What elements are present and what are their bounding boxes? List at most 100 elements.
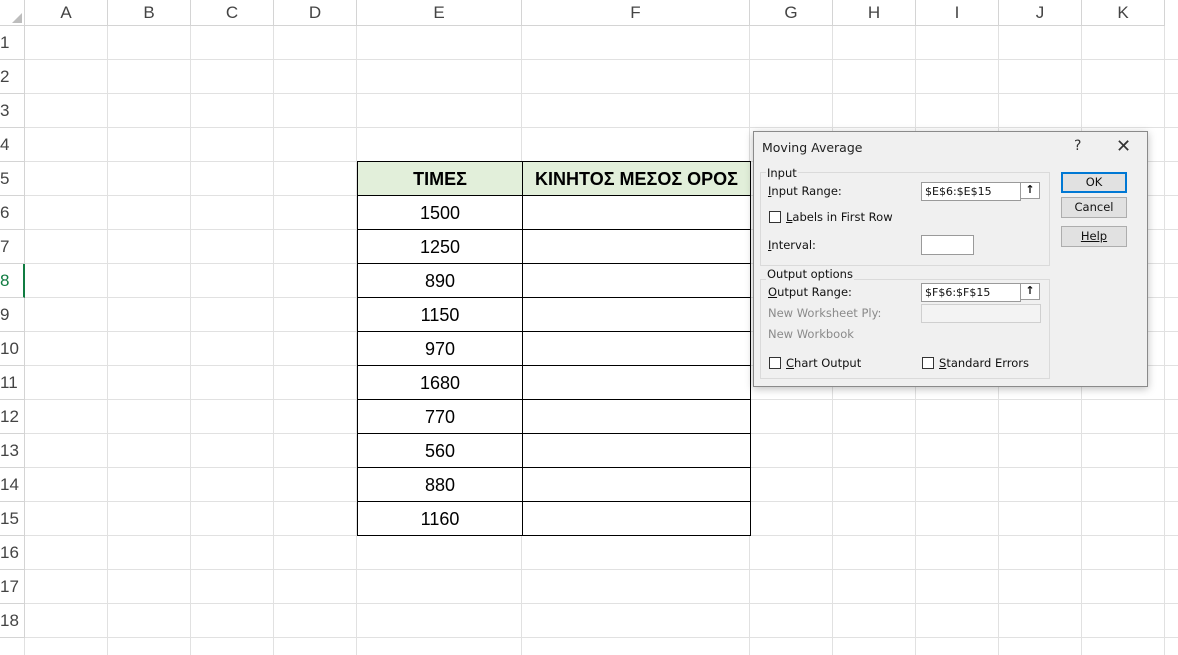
row-header-9[interactable]: 9 — [0, 298, 25, 332]
row-header-6[interactable]: 6 — [0, 196, 25, 230]
input-range-collapse-icon[interactable]: ↑ — [1020, 182, 1040, 199]
row-header-12[interactable]: 12 — [0, 400, 25, 434]
cancel-button[interactable]: Cancel — [1061, 197, 1127, 218]
column-header-g[interactable]: G — [750, 0, 833, 26]
row-header-18[interactable]: 18 — [0, 604, 25, 638]
column-header-h[interactable]: H — [833, 0, 916, 26]
row-number: 5 — [0, 169, 10, 188]
labels-first-row-checkbox[interactable] — [769, 211, 781, 223]
cell-moving-average-empty[interactable] — [522, 433, 751, 468]
cell-moving-average-empty[interactable] — [522, 195, 751, 230]
help-question-icon[interactable]: ? — [1074, 138, 1081, 154]
row-header-5[interactable]: 5 — [0, 162, 25, 196]
row-number: 12 — [0, 407, 19, 426]
header-cell-moving-average[interactable]: ΚΙΝΗΤΟΣ ΜΕΣΟΣ ΟΡΟΣ — [522, 161, 751, 196]
row-header-14[interactable]: 14 — [0, 468, 25, 502]
column-header-j[interactable]: J — [999, 0, 1082, 26]
row-header-4[interactable]: 4 — [0, 128, 25, 162]
row-header-3[interactable]: 3 — [0, 94, 25, 128]
row-number: 15 — [0, 509, 19, 528]
cell-moving-average-empty[interactable] — [522, 399, 751, 434]
new-worksheet-ply-field — [921, 304, 1041, 323]
cell-times-value[interactable]: 560 — [357, 433, 523, 468]
new-worksheet-ply-label: New Worksheet Ply: — [768, 306, 882, 320]
header-cell-times[interactable]: ΤΙΜΕΣ — [357, 161, 523, 196]
select-all-corner[interactable] — [0, 0, 25, 26]
row-number: 2 — [0, 67, 10, 86]
grid-hline — [25, 93, 1178, 94]
column-header-d[interactable]: D — [274, 0, 357, 26]
grid-vline — [107, 26, 108, 655]
output-range-field[interactable]: $F$6:$F$15 — [921, 283, 1021, 302]
cell-moving-average-empty[interactable] — [522, 501, 751, 536]
moving-average-dialog: Moving Average ? ✕ Input Input Range: $E… — [753, 131, 1148, 387]
input-group-label: Input — [766, 166, 798, 180]
grid-hline — [25, 569, 1178, 570]
row-number: 9 — [0, 305, 10, 324]
column-header-c[interactable]: C — [191, 0, 274, 26]
cell-moving-average-empty[interactable] — [522, 229, 751, 264]
cell-times-value[interactable]: 1160 — [357, 501, 523, 536]
row-header-1[interactable]: 1 — [0, 26, 25, 60]
row-header-16[interactable]: 16 — [0, 536, 25, 570]
help-button[interactable]: Help — [1061, 226, 1127, 247]
standard-errors-checkbox[interactable] — [922, 357, 934, 369]
grid-vline — [1164, 26, 1165, 655]
labels-first-row-label: Labels in First Row — [786, 210, 893, 224]
row-number: 6 — [0, 203, 10, 222]
row-number: 1 — [0, 33, 10, 52]
grid-hline — [25, 59, 1178, 60]
column-header-b[interactable]: B — [108, 0, 191, 26]
cell-times-value[interactable]: 880 — [357, 467, 523, 502]
output-range-collapse-icon[interactable]: ↑ — [1020, 283, 1040, 300]
output-group-label: Output options — [766, 267, 854, 281]
cell-moving-average-empty[interactable] — [522, 467, 751, 502]
column-header-f[interactable]: F — [522, 0, 750, 26]
row-header-15[interactable]: 15 — [0, 502, 25, 536]
input-range-field[interactable]: $E$6:$E$15 — [921, 182, 1021, 201]
ok-button[interactable]: OK — [1061, 172, 1127, 193]
cell-moving-average-empty[interactable] — [522, 297, 751, 332]
interval-field[interactable] — [921, 235, 974, 255]
output-range-label: Output Range: — [768, 285, 852, 299]
row-header-7[interactable]: 7 — [0, 230, 25, 264]
row-number: 16 — [0, 543, 19, 562]
row-number: 18 — [0, 611, 19, 630]
row-header-10[interactable]: 10 — [0, 332, 25, 366]
close-icon[interactable]: ✕ — [1116, 136, 1131, 157]
row-number: 11 — [0, 373, 18, 392]
cell-times-value[interactable]: 890 — [357, 263, 523, 298]
cell-times-value[interactable]: 1500 — [357, 195, 523, 230]
column-header-i[interactable]: I — [916, 0, 999, 26]
row-number: 13 — [0, 441, 19, 460]
cell-moving-average-empty[interactable] — [522, 365, 751, 400]
interval-label: Interval: — [768, 238, 816, 252]
cell-moving-average-empty[interactable] — [522, 263, 751, 298]
grid-hline — [25, 127, 1178, 128]
dialog-title: Moving Average — [762, 140, 863, 155]
cell-times-value[interactable]: 1680 — [357, 365, 523, 400]
row-header-8[interactable]: 8 — [0, 264, 25, 298]
row-number: 14 — [0, 475, 19, 494]
row-number: 17 — [0, 577, 19, 596]
row-header-17[interactable]: 17 — [0, 570, 25, 604]
row-header-11[interactable]: 11 — [0, 366, 25, 400]
column-header-a[interactable]: A — [25, 0, 108, 26]
cell-moving-average-empty[interactable] — [522, 331, 751, 366]
chart-output-checkbox[interactable] — [769, 357, 781, 369]
column-header-k[interactable]: K — [1082, 0, 1165, 26]
row-header-13[interactable]: 13 — [0, 434, 25, 468]
grid-vline — [273, 26, 274, 655]
chart-output-label: Chart Output — [786, 356, 862, 370]
row-header-2[interactable]: 2 — [0, 60, 25, 94]
column-header-e[interactable]: E — [357, 0, 522, 26]
cell-times-value[interactable]: 1150 — [357, 297, 523, 332]
row-number: 8 — [0, 271, 10, 290]
cell-times-value[interactable]: 970 — [357, 331, 523, 366]
standard-errors-label: Standard Errors — [939, 356, 1030, 370]
row-number: 7 — [0, 237, 10, 256]
cell-times-value[interactable]: 770 — [357, 399, 523, 434]
cell-times-value[interactable]: 1250 — [357, 229, 523, 264]
input-range-label: Input Range: — [768, 184, 842, 198]
row-number: 4 — [0, 135, 10, 154]
